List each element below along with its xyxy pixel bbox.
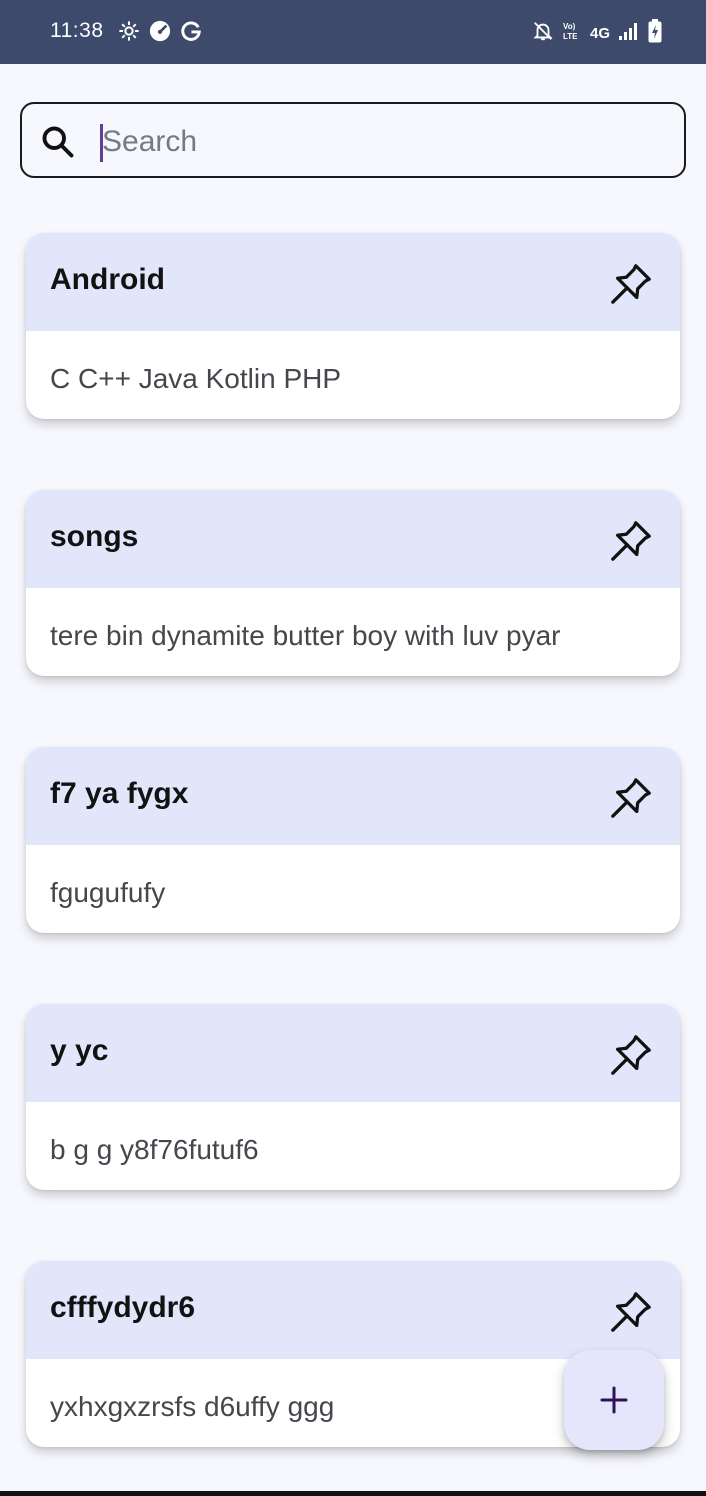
note-header: Android — [26, 233, 680, 331]
search-bar[interactable] — [20, 102, 686, 178]
note-card[interactable]: f7 ya fygx fgugufufy — [26, 747, 680, 933]
pin-icon[interactable] — [608, 1032, 654, 1078]
note-card[interactable]: songs tere bin dynamite butter boy with … — [26, 490, 680, 676]
status-right-icons: Vo) LTE 4G — [532, 19, 662, 48]
status-time: 11:38 — [50, 19, 104, 42]
gesture-bar-edge — [0, 1491, 706, 1496]
search-input[interactable] — [102, 116, 662, 168]
battery-charging-icon — [648, 19, 662, 48]
note-header: songs — [26, 490, 680, 588]
note-card[interactable]: y yc b g g y8f76futuf6 — [26, 1004, 680, 1190]
note-header: y yc — [26, 1004, 680, 1102]
note-title: y yc — [50, 1034, 109, 1067]
status-left-icons — [118, 20, 202, 47]
note-content: yxhxgxzrsfs d6uffy ggg — [50, 1391, 335, 1422]
speedometer-icon — [149, 20, 171, 47]
google-g-icon — [180, 20, 202, 47]
add-note-button[interactable] — [564, 1350, 664, 1450]
note-title: cfffydydr6 — [50, 1291, 196, 1324]
pin-icon[interactable] — [608, 1289, 654, 1335]
network-type-label: 4G — [589, 25, 610, 42]
svg-text:LTE: LTE — [563, 32, 578, 41]
svg-text:Vo): Vo) — [563, 22, 576, 31]
pin-icon[interactable] — [608, 518, 654, 564]
plus-icon — [600, 1386, 628, 1419]
notifications-muted-icon — [532, 20, 554, 47]
note-title: f7 ya fygx — [50, 777, 189, 810]
note-content: fgugufufy — [50, 877, 166, 908]
note-card[interactable]: Android C C++ Java Kotlin PHP — [26, 233, 680, 419]
note-content: tere bin dynamite butter boy with luv py… — [50, 620, 561, 651]
note-header: f7 ya fygx — [26, 747, 680, 845]
volte-icon: Vo) LTE — [562, 20, 582, 47]
note-title: songs — [50, 520, 139, 553]
settings-gear-icon — [118, 20, 140, 47]
note-content: C C++ Java Kotlin PHP — [50, 363, 342, 394]
search-icon — [40, 124, 76, 165]
note-content: b g g y8f76futuf6 — [50, 1134, 259, 1165]
pin-icon[interactable] — [608, 775, 654, 821]
note-header: cfffydydr6 — [26, 1261, 680, 1359]
signal-icon — [618, 21, 640, 46]
pin-icon[interactable] — [608, 261, 654, 307]
note-title: Android — [50, 263, 165, 296]
status-bar: 11:38 Vo) LTE 4G — [0, 0, 706, 64]
